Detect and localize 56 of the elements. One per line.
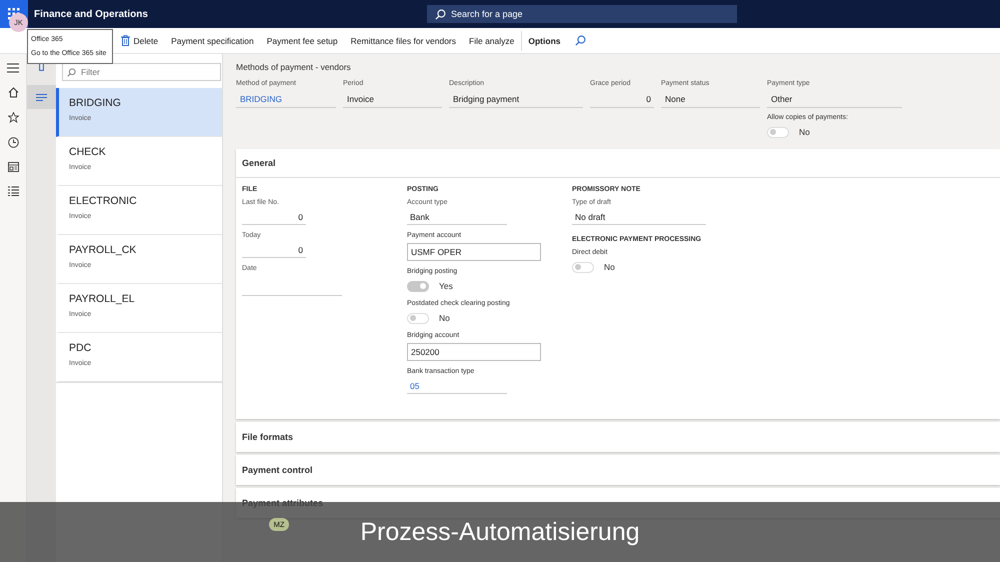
caption-text: Prozess-Automatisierung	[360, 518, 640, 546]
toolbar-button[interactable]: Payment fee setup	[260, 30, 344, 50]
pane-icon[interactable]	[39, 62, 44, 71]
search-icon	[435, 8, 446, 20]
field-value: Bank	[407, 210, 507, 225]
method-name: ELECTRONIC	[69, 195, 138, 207]
method-name: PDC	[69, 342, 92, 354]
method-name: CHECK	[69, 146, 107, 158]
field-value: 0	[590, 91, 654, 108]
search-icon	[67, 68, 76, 76]
field-value: No draft	[572, 210, 706, 225]
workspace-icon[interactable]	[8, 162, 18, 172]
method-name: PAYROLL_EL	[69, 293, 136, 305]
section-title: Payment control	[242, 464, 314, 477]
toggle-value: No	[604, 262, 615, 272]
input-field[interactable]: 250200	[407, 343, 541, 361]
field-value[interactable]: 05	[407, 379, 507, 394]
search-field[interactable]: Search for a page	[427, 5, 737, 23]
search-icon	[574, 35, 586, 46]
filter-field[interactable]: Filter	[62, 63, 221, 81]
toggle-switch[interactable]	[572, 262, 594, 272]
toggle-switch[interactable]	[407, 280, 429, 292]
toolbar-button[interactable]: Remittance files for vendors	[344, 30, 463, 50]
page-title: Methods of payment - vendors	[236, 62, 352, 72]
field-value: Invoice	[343, 91, 442, 108]
field-value: 0	[242, 210, 306, 225]
app-title: Finance and Operations	[34, 8, 149, 20]
toggle-value: No	[439, 313, 450, 323]
method-name: PAYROLL_CK	[69, 244, 138, 256]
home-icon[interactable]	[8, 87, 18, 98]
toggle-value: Yes	[439, 281, 453, 291]
toggle-switch[interactable]	[407, 312, 429, 324]
section-title: File formats	[242, 431, 294, 444]
clock-icon[interactable]	[8, 137, 18, 148]
field-value[interactable]: BRIDGING	[236, 91, 336, 108]
field-value: None	[661, 91, 760, 108]
toggle-switch[interactable]	[767, 126, 789, 138]
collapsed-section[interactable]: Payment control	[236, 455, 1000, 485]
menu-icon[interactable]	[7, 63, 19, 73]
field-value: 0	[242, 243, 306, 258]
delete-button[interactable]: Delete	[114, 30, 165, 50]
field-value: Other	[767, 91, 902, 108]
toggle-value: No	[799, 127, 810, 137]
method-name: BRIDGING	[69, 97, 122, 109]
section-title[interactable]: General	[236, 149, 1000, 178]
options-tab[interactable]: Options	[522, 30, 567, 50]
input-field[interactable]: USMF OPER	[407, 243, 541, 261]
toolbar-button[interactable]: Payment specification	[164, 30, 260, 50]
star-icon[interactable]	[8, 112, 18, 123]
lines-icon	[36, 94, 47, 100]
list-view-button[interactable]	[27, 85, 56, 109]
toolbar-button[interactable]: File analyze	[462, 30, 521, 50]
field-value: Bridging payment	[449, 91, 583, 108]
list-icon[interactable]	[8, 186, 18, 196]
trash-icon	[120, 35, 130, 46]
collapsed-section[interactable]: File formats	[236, 422, 1000, 452]
